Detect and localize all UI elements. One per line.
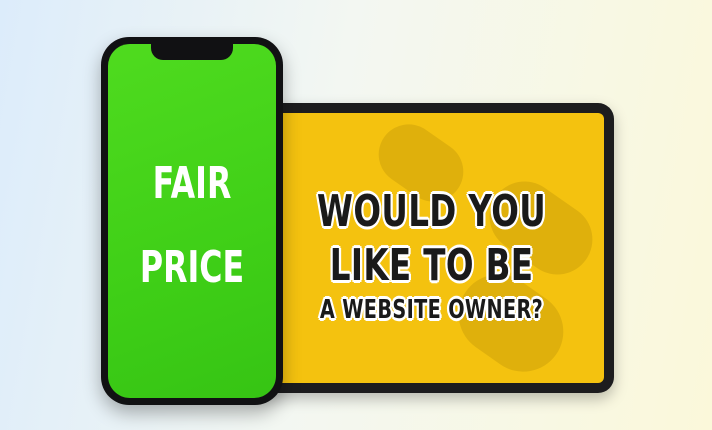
phone-screen: FAIR PRICE bbox=[108, 44, 276, 398]
phone-headline: FAIR PRICE bbox=[132, 142, 253, 310]
phone-notch bbox=[151, 44, 233, 60]
phone-device: FAIR PRICE bbox=[101, 37, 283, 405]
tablet-device: WOULD YOU LIKE TO BE A WEBSITE OWNER? bbox=[246, 103, 614, 393]
tablet-headline-line-3: A WEBSITE OWNER? bbox=[319, 295, 544, 325]
phone-headline-line-2: PRICE bbox=[139, 242, 245, 293]
phone-headline-line-1: FAIR bbox=[152, 158, 232, 209]
tablet-headline-line-2: LIKE TO BE bbox=[329, 240, 534, 291]
tablet-screen: WOULD YOU LIKE TO BE A WEBSITE OWNER? bbox=[256, 113, 604, 383]
tablet-headline-line-1: WOULD YOU bbox=[317, 186, 547, 237]
tablet-headline: WOULD YOU LIKE TO BE A WEBSITE OWNER? bbox=[303, 185, 561, 327]
